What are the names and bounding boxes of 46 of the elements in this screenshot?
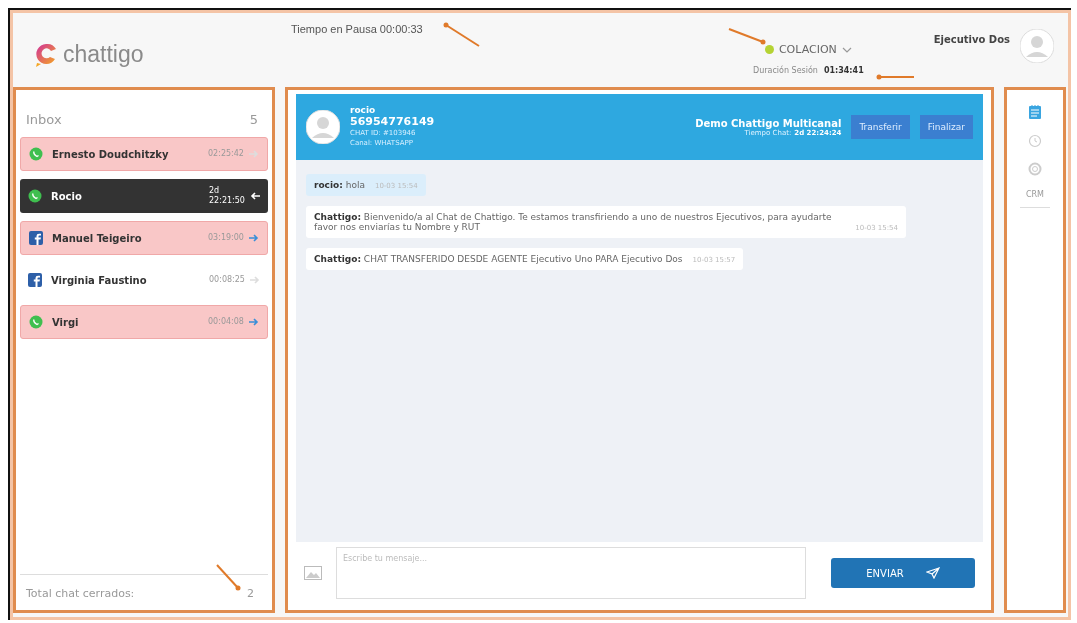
logo-text: chattigo: [63, 40, 144, 68]
session-time: 01:34:41: [823, 66, 864, 75]
send-button[interactable]: ENVIAR: [831, 558, 975, 588]
contact-name: Virginia Faustino: [51, 274, 148, 286]
message-text: Chattigo: CHAT TRANSFERIDO DESDE AGENTE Ejecutivo Uno PARA Ejecutivo Dos: [314, 254, 683, 264]
contact-avatar-icon: [306, 110, 340, 144]
annotation-arrow: [214, 562, 241, 591]
whatsapp-icon: [29, 147, 43, 161]
chevron-down-icon: [841, 46, 852, 53]
contact-name: Manuel Teigeiro: [52, 232, 143, 244]
company-name: Demo Chattigo Multicanal: [695, 117, 842, 129]
facebook-icon: [28, 273, 42, 287]
chat-item[interactable]: Ernesto Doudchitzky 02:25:42: [20, 137, 268, 171]
avatar-icon[interactable]: [1020, 29, 1054, 63]
contact-phone: 56954776149: [350, 115, 435, 128]
closed-label: Total chat cerrados:: [26, 587, 135, 600]
annotation-arrow: [443, 22, 482, 49]
status-label: COLACION: [778, 43, 837, 56]
session-label: Duración Sesión: [753, 66, 818, 75]
status-dropdown[interactable]: COLACION: [764, 43, 852, 56]
message-field[interactable]: Escribe tu mensaje...: [336, 547, 806, 599]
message-text: rocio: hola: [314, 180, 365, 190]
message-text: Chattigo: Bienvenido/a al Chat de Chattigo. Te estamos transfiriendo a uno de nuestros Ejecutivos, para ayudarte favor nos enviarías tu Nombre y RUT: [314, 212, 833, 232]
whatsapp-icon: [28, 189, 42, 203]
contact-name: Virgi: [52, 316, 80, 328]
annotation-arrow: [727, 26, 766, 45]
header-button[interactable]: Finalizar: [919, 115, 973, 139]
contact-name: Rocio: [51, 190, 83, 202]
chat-item[interactable]: Virgi 00:04:08: [20, 305, 268, 339]
chat-item[interactable]: Virginia Faustino 00:08:25: [20, 263, 268, 297]
inbox-count: 5: [249, 112, 258, 127]
annotation-arrow: [876, 74, 917, 80]
logo-icon: [33, 41, 59, 67]
pause-timer: Tiempo en Pausa 00:00:33: [291, 23, 423, 35]
user-name: Ejecutivo Dos: [933, 33, 1010, 45]
closed-count: 2: [247, 587, 254, 600]
image-icon[interactable]: [304, 566, 322, 580]
inbox-title: Inbox: [26, 112, 62, 127]
send-icon: [925, 567, 940, 579]
contact-name: rocio: [350, 106, 377, 116]
chat-item[interactable]: Rocio 2d 22:21:50: [20, 179, 268, 213]
chat-item[interactable]: Manuel Teigeiro 03:19:00: [20, 221, 268, 255]
whatsapp-icon: [29, 315, 43, 329]
contact-name: Ernesto Doudchitzky: [52, 148, 170, 160]
facebook-icon: [29, 231, 43, 245]
header-button[interactable]: Transferir: [851, 115, 910, 139]
